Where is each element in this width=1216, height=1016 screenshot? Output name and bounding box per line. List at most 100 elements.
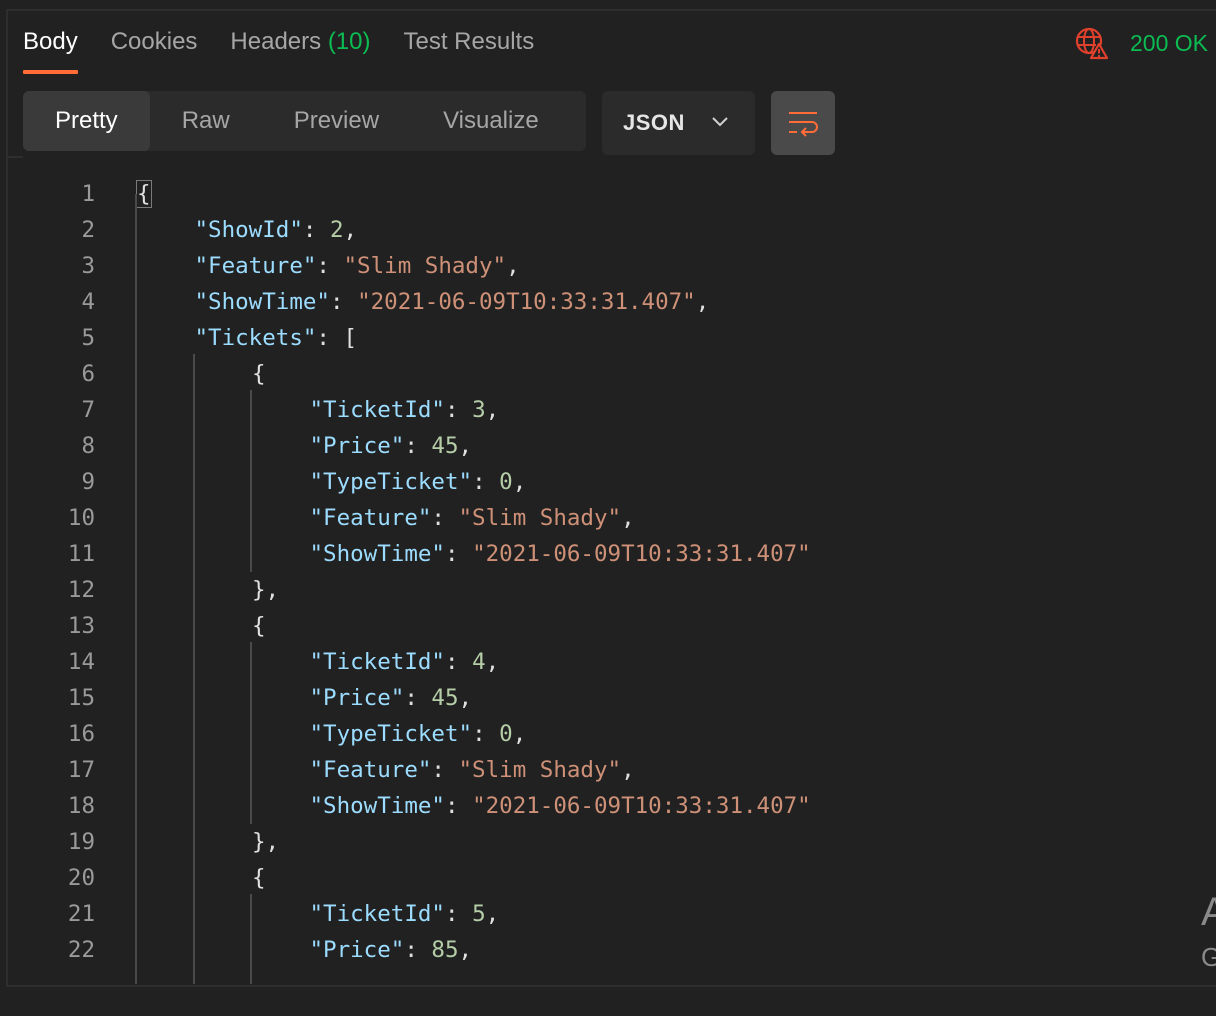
indent-guide — [250, 642, 252, 824]
code-token: : — [329, 289, 358, 315]
indent-guide — [193, 354, 195, 984]
tab-headers-label: Headers — [230, 28, 328, 55]
code-token: "ShowTime" — [309, 541, 445, 567]
code-text: { — [252, 860, 266, 896]
code-text: { — [252, 356, 266, 392]
line-number: 22 — [67, 937, 95, 963]
line-number: 11 — [67, 541, 95, 567]
code-token: 0 — [499, 469, 513, 495]
code-token: "TypeTicket" — [309, 469, 473, 495]
code-token: , — [485, 649, 500, 675]
code-text: "ShowId": 2, — [195, 212, 358, 248]
code-text: { — [136, 176, 152, 212]
code-token: , — [343, 217, 358, 243]
code-token: , — [458, 937, 473, 963]
code-text: "Feature": "Slim Shady", — [195, 248, 520, 284]
line-number: 20 — [67, 865, 95, 891]
tab-test-results-label: Test Results — [403, 28, 535, 55]
line-number: 19 — [67, 829, 95, 855]
code-token: 85 — [431, 937, 459, 963]
code-token: , — [621, 757, 635, 783]
line-number: 16 — [67, 721, 95, 747]
code-text: "Price": 85, — [310, 932, 473, 968]
tab-headers[interactable]: Headers (10) — [230, 24, 370, 74]
tab-cookies[interactable]: Cookies — [111, 24, 198, 74]
pretty-button[interactable]: Pretty — [23, 91, 150, 151]
line-number: 5 — [81, 325, 95, 351]
code-token: , — [512, 469, 527, 495]
code-token: 45 — [431, 433, 459, 459]
tab-body[interactable]: Body — [23, 24, 78, 74]
code-token: , — [458, 685, 473, 711]
code-token: "2021-06-09T10:33:31.407" — [357, 289, 696, 315]
code-text: "Price": 45, — [310, 428, 473, 464]
toolbar-divider — [6, 156, 23, 158]
line-number: 4 — [81, 289, 95, 315]
indent-guide — [250, 390, 252, 572]
response-panel: Body Cookies Headers (10) Test Results 2… — [0, 0, 1216, 1016]
code-token: 3 — [472, 397, 486, 423]
code-token: "Slim Shady" — [343, 253, 507, 279]
code-token: : — [444, 649, 473, 675]
tab-test-results[interactable]: Test Results — [404, 24, 535, 74]
headers-count-badge: (10) — [327, 28, 371, 55]
raw-button[interactable]: Raw — [150, 91, 262, 151]
code-text: }, — [252, 824, 279, 860]
code-token: "ShowTime" — [194, 289, 330, 315]
code-token: }, — [252, 829, 280, 855]
line-number: 9 — [81, 469, 95, 495]
line-number: 13 — [67, 613, 95, 639]
line-number: 6 — [81, 361, 95, 387]
line-number: 14 — [67, 649, 95, 675]
code-text: "ShowTime": "2021-06-09T10:33:31.407" — [310, 536, 811, 572]
code-text: "Feature": "Slim Shady", — [310, 500, 635, 536]
code-text: "TicketId": 5, — [310, 896, 500, 932]
code-token: : — [404, 433, 432, 459]
code-token: 5 — [472, 901, 486, 927]
indent-guide — [250, 894, 252, 984]
visualize-button[interactable]: Visualize — [411, 91, 571, 151]
side-clipped-letter-g: G — [1201, 942, 1216, 972]
code-text: { — [252, 608, 266, 644]
code-token: , — [485, 901, 500, 927]
code-token: "Slim Shady" — [458, 505, 622, 531]
code-token: : — [444, 901, 473, 927]
code-token: "Slim Shady" — [458, 757, 622, 783]
chevron-down-icon — [712, 117, 728, 127]
code-token: { — [252, 865, 266, 891]
response-status: 200 OK — [1074, 26, 1208, 60]
code-token: "TicketId" — [309, 901, 445, 927]
line-number: 18 — [67, 793, 95, 819]
indent-guide — [135, 194, 137, 984]
code-token: : — [444, 397, 473, 423]
code-text: "ShowTime": "2021-06-09T10:33:31.407" — [310, 788, 811, 824]
code-token: : — [431, 505, 459, 531]
line-number: 1 — [81, 181, 95, 207]
response-body-editor[interactable]: 1 {2 "ShowId": 2, 3 "Feature": "Slim Shady",… — [8, 176, 1198, 984]
tab-body-label: Body — [23, 28, 78, 55]
code-token: "TicketId" — [309, 397, 445, 423]
line-number: 7 — [81, 397, 95, 423]
line-number: 21 — [67, 901, 95, 927]
code-token: : — [472, 469, 500, 495]
code-text: "ShowTime": "2021-06-09T10:33:31.407", — [195, 284, 710, 320]
code-token: , — [695, 289, 710, 315]
globe-warning-icon[interactable] — [1074, 26, 1108, 60]
line-number: 10 — [67, 505, 95, 531]
code-text: "Price": 45, — [310, 680, 473, 716]
code-token: : — [404, 685, 432, 711]
preview-button[interactable]: Preview — [262, 91, 411, 151]
code-text: "TicketId": 4, — [310, 644, 500, 680]
code-token: , — [458, 433, 473, 459]
code-text: "TicketId": 3, — [310, 392, 500, 428]
line-number: 15 — [67, 685, 95, 711]
wrap-lines-button[interactable] — [771, 91, 835, 155]
code-token: "TicketId" — [309, 649, 445, 675]
response-tabs: Body Cookies Headers (10) Test Results — [23, 24, 567, 76]
status-code[interactable]: 200 OK — [1130, 30, 1208, 57]
view-mode-group: Pretty Raw Preview Visualize — [23, 91, 586, 151]
code-text: }, — [252, 572, 279, 608]
line-number: 12 — [67, 577, 95, 603]
line-number: 2 — [81, 217, 95, 243]
format-dropdown[interactable]: JSON — [602, 91, 755, 155]
